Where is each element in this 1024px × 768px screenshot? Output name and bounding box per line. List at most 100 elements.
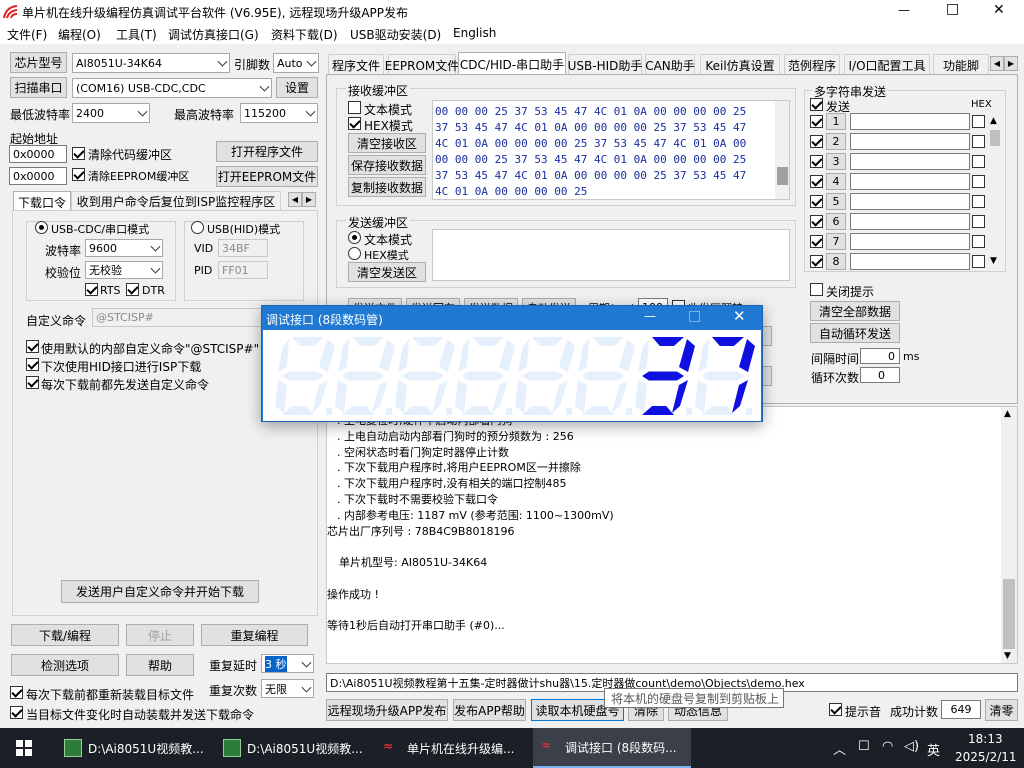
usb-hid-radio[interactable]: [191, 221, 204, 234]
tab-function-script[interactable]: 功能脚: [933, 54, 989, 75]
seg-display-window[interactable]: 调试接口 (8段数码管) — □ ✕: [261, 305, 763, 422]
multi-row-input[interactable]: [850, 153, 970, 170]
tab-eeprom-file[interactable]: EEPROM文件: [385, 54, 459, 75]
log-scrollbar[interactable]: ▲ ▼: [1001, 407, 1017, 663]
multi-row-input[interactable]: [850, 193, 970, 210]
seg-close-button[interactable]: ✕: [733, 307, 746, 325]
multi-row-input[interactable]: [850, 113, 970, 130]
multi-row-checkbox[interactable]: [810, 175, 823, 188]
ime-indicator[interactable]: 英: [927, 740, 940, 759]
multi-row-hex-checkbox[interactable]: [972, 255, 985, 268]
receive-scrollbar[interactable]: [775, 101, 789, 199]
multi-row-send-button[interactable]: 1: [826, 113, 846, 130]
send-text-mode-radio[interactable]: [348, 231, 361, 244]
log-scroll-thumb[interactable]: [1003, 579, 1015, 649]
pid-input[interactable]: FF01: [218, 261, 268, 279]
reset-count-button[interactable]: 清零: [985, 699, 1018, 721]
menu-download[interactable]: 资料下载(D): [271, 26, 338, 43]
menu-usb-driver[interactable]: USB驱动安装(D): [350, 26, 441, 43]
multi-row-send-button[interactable]: 3: [826, 153, 846, 170]
chip-type-button[interactable]: 芯片型号: [10, 52, 67, 73]
clear-all-data-button[interactable]: 清空全部数据: [810, 301, 900, 321]
custom-command-input[interactable]: @STCISP#: [92, 308, 272, 327]
multi-row-checkbox[interactable]: [810, 115, 823, 128]
taskbar-item-isp[interactable]: ≈ 单片机在线升级编...: [375, 728, 527, 768]
download-program-button[interactable]: 下载/编程: [11, 624, 119, 646]
port-select[interactable]: (COM16) USB-CDC,CDC: [72, 78, 272, 98]
reload-each-checkbox[interactable]: [10, 686, 23, 699]
open-program-button[interactable]: 打开程序文件: [216, 141, 318, 162]
minimize-button[interactable]: —: [898, 3, 910, 17]
close-button[interactable]: ✕: [993, 2, 1005, 18]
scroll-up-icon[interactable]: ▲: [1004, 409, 1011, 419]
menu-program[interactable]: 编程(O): [58, 26, 101, 43]
scroll-down-icon[interactable]: ▼: [990, 256, 997, 266]
scroll-up-icon[interactable]: ▲: [990, 116, 997, 126]
recv-text-mode-checkbox[interactable]: [348, 101, 361, 114]
multi-row-hex-checkbox[interactable]: [972, 135, 985, 148]
clear-eeprom-checkbox[interactable]: [72, 168, 85, 181]
multi-row-hex-checkbox[interactable]: [972, 115, 985, 128]
clear-code-checkbox[interactable]: [72, 147, 85, 160]
clock-time[interactable]: 18:13: [968, 732, 1003, 746]
multi-row-checkbox[interactable]: [810, 255, 823, 268]
menu-file[interactable]: 文件(F): [7, 26, 47, 43]
send-and-download-button[interactable]: 发送用户自定义命令并开始下载: [61, 580, 259, 603]
repeat-count-select[interactable]: 无限: [261, 679, 314, 698]
multi-row-input[interactable]: [850, 253, 970, 270]
clear-receive-button[interactable]: 清空接收区: [348, 133, 426, 153]
multi-row-send-button[interactable]: 5: [826, 193, 846, 210]
detect-options-button[interactable]: 检测选项: [11, 654, 119, 676]
tab-io-config[interactable]: I/O口配置工具: [844, 54, 930, 75]
next-hid-checkbox[interactable]: [26, 358, 39, 371]
use-default-cmd-checkbox[interactable]: [26, 340, 39, 353]
multi-row-hex-checkbox[interactable]: [972, 155, 985, 168]
tab-usb-hid-helper[interactable]: USB-HID助手: [568, 54, 642, 75]
multi-row-checkbox[interactable]: [810, 215, 823, 228]
multi-row-checkbox[interactable]: [810, 155, 823, 168]
maximize-button[interactable]: □: [946, 1, 959, 17]
repeat-delay-select[interactable]: 3 秒: [261, 654, 314, 673]
menu-english[interactable]: English: [453, 26, 496, 40]
multi-scroll-thumb[interactable]: [990, 130, 1000, 146]
multi-row-send-button[interactable]: 4: [826, 173, 846, 190]
windows-start-icon[interactable]: [16, 740, 32, 756]
tab-serial-helper[interactable]: CDC/HID-串口助手: [458, 52, 566, 75]
taskbar-item-seg-window[interactable]: ≈ 调试接口 (8段数码...: [533, 728, 691, 768]
interval-input[interactable]: 0: [860, 348, 900, 364]
multi-row-input[interactable]: [850, 233, 970, 250]
rts-checkbox[interactable]: [85, 283, 98, 296]
stop-button[interactable]: 停止: [126, 624, 194, 646]
parity-select[interactable]: 无校验: [85, 261, 163, 279]
multi-row-send-button[interactable]: 6: [826, 213, 846, 230]
multi-row-hex-checkbox[interactable]: [972, 195, 985, 208]
multi-row-hex-checkbox[interactable]: [972, 235, 985, 248]
eeprom-address-input[interactable]: 0x0000: [9, 167, 67, 185]
loop-count-input[interactable]: 0: [860, 367, 900, 383]
menu-debug[interactable]: 调试仿真接口(G): [168, 26, 259, 43]
clock-date[interactable]: 2025/2/11: [955, 750, 1017, 764]
chip-model-select[interactable]: AI8051U-34K64: [72, 53, 230, 73]
vid-input[interactable]: 34BF: [218, 239, 268, 257]
usb-cdc-radio[interactable]: [35, 221, 48, 234]
multi-row-send-button[interactable]: 2: [826, 133, 846, 150]
tab-can-helper[interactable]: CAN助手: [645, 54, 695, 75]
multi-string-scrollbar[interactable]: ▲ ▼: [988, 114, 1002, 270]
tab-scroll-left-icon[interactable]: ◀: [288, 192, 302, 207]
taskbar-item-explorer-1[interactable]: D:\Ai8051U视频教...: [56, 728, 208, 768]
tab-download-password[interactable]: 下载口令: [13, 191, 71, 212]
multi-row-checkbox[interactable]: [810, 135, 823, 148]
multi-row-send-button[interactable]: 8: [826, 253, 846, 270]
auto-send-checkbox[interactable]: [10, 706, 23, 719]
multi-row-input[interactable]: [850, 173, 970, 190]
multi-row-hex-checkbox[interactable]: [972, 175, 985, 188]
multi-row-input[interactable]: [850, 133, 970, 150]
multi-row-hex-checkbox[interactable]: [972, 215, 985, 228]
chevron-up-icon[interactable]: ︿: [833, 739, 846, 758]
min-baud-select[interactable]: 2400: [72, 103, 150, 123]
prompt-sound-checkbox[interactable]: [829, 703, 842, 716]
tab-scroll-right-icon[interactable]: ▶: [1004, 56, 1018, 71]
settings-button[interactable]: 设置: [276, 77, 318, 98]
tab-examples[interactable]: 范例程序: [784, 54, 840, 75]
pin-count-select[interactable]: Auto: [273, 53, 319, 73]
